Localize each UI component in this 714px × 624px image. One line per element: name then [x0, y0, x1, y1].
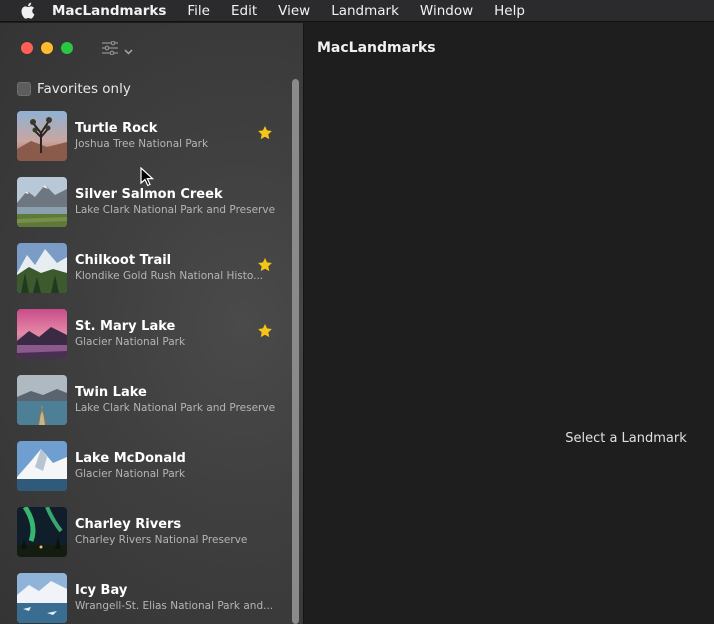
- landmark-name: Turtle Rock: [75, 121, 158, 136]
- landmark-name: St. Mary Lake: [75, 319, 176, 334]
- sliders-icon: [101, 40, 119, 59]
- menu-file[interactable]: File: [187, 3, 210, 19]
- landmark-park: Klondike Gold Rush National Histo...: [75, 270, 264, 282]
- chevron-down-icon: [124, 40, 133, 59]
- landmark-name: Chilkoot Trail: [75, 253, 172, 268]
- landmark-park: Joshua Tree National Park: [75, 138, 209, 150]
- menu-help[interactable]: Help: [494, 3, 525, 19]
- landmark-thumbnail: [17, 375, 67, 425]
- star-icon: [257, 323, 273, 339]
- sidebar-scrollbar[interactable]: [291, 79, 300, 624]
- empty-state-placeholder: Select a Landmark: [565, 431, 687, 446]
- landmark-thumbnail: [17, 309, 67, 359]
- apple-icon[interactable]: [18, 2, 36, 20]
- landmark-thumbnail: [17, 507, 67, 557]
- favorites-toggle[interactable]: Favorites only: [17, 81, 131, 97]
- star-icon: [257, 257, 273, 273]
- landmark-name: Twin Lake: [75, 385, 147, 400]
- star-icon: [257, 125, 273, 141]
- landmark-thumbnail: [17, 111, 67, 161]
- landmark-row-twin-lake[interactable]: Twin Lake Lake Clark National Park and P…: [0, 371, 290, 437]
- menu-view[interactable]: View: [278, 3, 310, 19]
- landmark-name: Charley Rivers: [75, 517, 182, 532]
- landmark-row-charley-rivers[interactable]: Charley Rivers Charley Rivers National P…: [0, 503, 290, 569]
- landmark-row-st-mary-lake[interactable]: St. Mary Lake Glacier National Park: [0, 305, 290, 371]
- landmark-row-icy-bay[interactable]: Icy Bay Wrangell-St. Elias National Park…: [0, 569, 290, 624]
- close-window-button[interactable]: [21, 42, 33, 54]
- landmark-park: Glacier National Park: [75, 336, 186, 348]
- landmark-thumbnail: [17, 177, 67, 227]
- landmark-thumbnail: [17, 573, 67, 623]
- favorites-label: Favorites only: [37, 81, 131, 97]
- landmark-thumbnail: [17, 441, 67, 491]
- landmark-name: Icy Bay: [75, 583, 128, 598]
- menu-window[interactable]: Window: [420, 3, 473, 19]
- landmark-row-lake-mcdonald[interactable]: Lake McDonald Glacier National Park: [0, 437, 290, 503]
- detail-pane: MacLandmarks Select a Landmark: [305, 23, 714, 624]
- window-controls: [21, 42, 73, 54]
- window-title: MacLandmarks: [317, 40, 436, 56]
- landmark-park: Wrangell-St. Elias National Park and...: [75, 600, 274, 612]
- landmark-row-chilkoot-trail[interactable]: Chilkoot Trail Klondike Gold Rush Nation…: [0, 239, 290, 305]
- minimize-window-button[interactable]: [41, 42, 53, 54]
- favorites-checkbox[interactable]: [17, 82, 31, 96]
- landmark-park: Lake Clark National Park and Preserve: [75, 402, 276, 414]
- landmark-name: Lake McDonald: [75, 451, 186, 466]
- landmark-thumbnail: [17, 243, 67, 293]
- landmark-park: Lake Clark National Park and Preserve: [75, 204, 276, 216]
- menu-app-name[interactable]: MacLandmarks: [52, 3, 166, 19]
- menu-bar: MacLandmarks File Edit View Landmark Win…: [0, 0, 714, 22]
- landmark-row-turtle-rock[interactable]: Turtle Rock Joshua Tree National Park: [0, 107, 290, 173]
- menu-edit[interactable]: Edit: [231, 3, 257, 19]
- scrollbar-thumb[interactable]: [292, 79, 299, 624]
- sidebar: Favorites only Turtle Rock Joshua Tree N…: [0, 23, 304, 624]
- landmark-park: Glacier National Park: [75, 468, 186, 480]
- menu-landmark[interactable]: Landmark: [331, 3, 399, 19]
- zoom-window-button[interactable]: [61, 42, 73, 54]
- mouse-pointer-icon: [140, 166, 155, 191]
- landmark-park: Charley Rivers National Preserve: [75, 534, 248, 546]
- app-window: Favorites only Turtle Rock Joshua Tree N…: [0, 23, 714, 624]
- filter-menu-button[interactable]: [101, 40, 133, 59]
